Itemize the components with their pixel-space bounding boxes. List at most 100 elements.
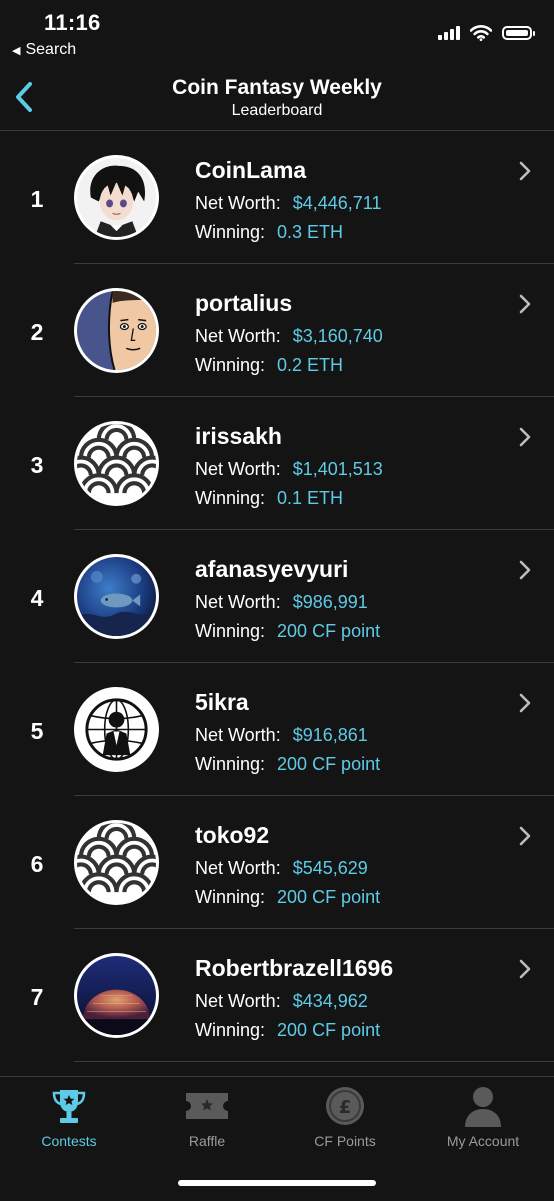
chevron-right-icon: [519, 294, 531, 314]
back-to-search-link[interactable]: ◀ Search: [12, 41, 76, 59]
chevron-right-icon: [519, 427, 531, 447]
tab-label: CF Points: [314, 1133, 376, 1149]
net-worth-line: Net Worth: $434,962: [195, 991, 368, 1012]
username: afanasyevyuri: [195, 556, 349, 582]
chevron-right-icon: [519, 161, 531, 181]
winning-value: 0.3 ETH: [277, 222, 344, 242]
winning-label: Winning:: [195, 355, 266, 375]
tab-contests[interactable]: Contests: [0, 1083, 138, 1149]
winning-line: Winning: 0.3 ETH: [195, 222, 343, 243]
leaderboard-row[interactable]: 4 afanasyevyuri Net Worth: $986,991 Winn…: [0, 530, 554, 663]
winning-value: 0.2 ETH: [277, 355, 344, 375]
net-worth-line: Net Worth: $545,629: [195, 858, 368, 879]
rank-number: 6: [30, 851, 44, 877]
page-title: Coin Fantasy Weekly: [172, 76, 382, 99]
trophy-icon: [52, 1090, 86, 1123]
chevron-right-icon: [519, 560, 531, 580]
anime-character-avatar: [74, 155, 159, 240]
winning-line: Winning: 200 CF point: [195, 887, 380, 908]
net-worth-label: Net Worth:: [195, 193, 281, 213]
wave-pattern-avatar: [74, 820, 159, 905]
page-subtitle: Leaderboard: [231, 102, 323, 119]
winning-value: 0.1 ETH: [277, 488, 344, 508]
rank-number: 7: [30, 984, 44, 1010]
username: CoinLama: [195, 157, 307, 183]
status-bar: 11:16 ◀ Search: [0, 0, 554, 66]
status-icons: [438, 24, 535, 42]
leaderboard-list: 1 CoinLama Net Worth: $4,446,711 Winning:…: [0, 131, 554, 1062]
net-worth-label: Net Worth:: [195, 991, 281, 1011]
leaderboard-row[interactable]: 5 5ikra Net Worth: $916,861 Winning: 200 C…: [0, 663, 554, 796]
net-worth-line: Net Worth: $4,446,711: [195, 193, 381, 214]
night-dome-avatar: [74, 953, 159, 1038]
rank-number: 1: [30, 186, 44, 212]
coin-icon: £: [326, 1087, 364, 1125]
winning-line: Winning: 200 CF point: [195, 754, 380, 775]
anonymous-emblem-avatar: [74, 687, 159, 772]
winning-label: Winning:: [195, 1020, 266, 1040]
net-worth-value: $434,962: [292, 991, 368, 1011]
leaderboard-row[interactable]: 7 Robertbrazell1696 Net Worth: $434,962 …: [0, 929, 554, 1062]
wifi-icon: [470, 25, 492, 41]
winning-label: Winning:: [195, 754, 266, 774]
rank-number: 2: [30, 319, 44, 345]
net-worth-value: $916,861: [292, 725, 368, 745]
person-icon: [465, 1087, 501, 1127]
tab-label: Contests: [41, 1133, 97, 1149]
net-worth-label: Net Worth:: [195, 326, 281, 346]
net-worth-label: Net Worth:: [195, 592, 281, 612]
net-worth-line: Net Worth: $3,160,740: [195, 326, 383, 347]
username: portalius: [195, 290, 293, 316]
chevron-right-icon: [519, 959, 531, 979]
leaderboard-row[interactable]: 1 CoinLama Net Worth: $4,446,711 Winning:…: [0, 131, 554, 264]
home-indicator[interactable]: [178, 1180, 376, 1186]
net-worth-line: Net Worth: $916,861: [195, 725, 368, 746]
net-worth-value: $545,629: [292, 858, 368, 878]
leaderboard-row[interactable]: 3 irissakh Net Worth: $1,401,513 Winning:…: [0, 397, 554, 530]
tab-raffle[interactable]: Raffle: [138, 1083, 276, 1149]
winning-label: Winning:: [195, 887, 266, 907]
username: irissakh: [195, 423, 282, 449]
chevron-right-icon: [519, 693, 531, 713]
net-worth-line: Net Worth: $986,991: [195, 592, 368, 613]
winning-value: 200 CF point: [277, 887, 381, 907]
back-triangle-icon: ◀: [12, 45, 21, 57]
winning-label: Winning:: [195, 222, 266, 242]
net-worth-value: $1,401,513: [292, 459, 383, 479]
winning-line: Winning: 0.1 ETH: [195, 488, 343, 509]
net-worth-label: Net Worth:: [195, 725, 281, 745]
net-worth-value: $4,446,711: [292, 193, 382, 213]
battery-icon: [502, 26, 535, 40]
leaderboard-row[interactable]: 6 toko92 Net Worth: $545,629 Winning: 200 …: [0, 796, 554, 929]
winning-value: 200 CF point: [277, 621, 381, 641]
tab-label: Raffle: [188, 1133, 226, 1149]
back-to-search-label: Search: [25, 41, 77, 58]
winning-label: Winning:: [195, 488, 266, 508]
username: Robertbrazell1696: [195, 955, 394, 981]
ticket-icon: [186, 1093, 228, 1119]
cartoon-face-avatar: [74, 288, 159, 373]
wave-pattern-avatar: [74, 421, 159, 506]
winning-value: 200 CF point: [277, 754, 381, 774]
rank-number: 5: [30, 718, 44, 744]
winning-line: Winning: 200 CF point: [195, 1020, 380, 1041]
status-time: 11:16: [44, 10, 101, 35]
chevron-right-icon: [519, 826, 531, 846]
net-worth-label: Net Worth:: [195, 459, 281, 479]
net-worth-value: $986,991: [292, 592, 368, 612]
winning-line: Winning: 200 CF point: [195, 621, 380, 642]
leaderboard-row[interactable]: 2 portalius Net Worth: $3,160,740 Winning…: [0, 264, 554, 397]
rank-number: 4: [30, 585, 44, 611]
tab-my-account[interactable]: My Account: [414, 1083, 552, 1149]
svg-text:£: £: [339, 1097, 352, 1118]
net-worth-value: $3,160,740: [292, 326, 383, 346]
tab-label: My Account: [446, 1133, 520, 1149]
tab-cf-points[interactable]: £ CF Points: [276, 1083, 414, 1149]
net-worth-line: Net Worth: $1,401,513: [195, 459, 383, 480]
username: 5ikra: [195, 689, 249, 715]
nav-header: Coin Fantasy Weekly Leaderboard: [0, 66, 554, 131]
winning-value: 200 CF point: [277, 1020, 381, 1040]
net-worth-label: Net Worth:: [195, 858, 281, 878]
aquarium-fish-avatar: [74, 554, 159, 639]
cellular-signal-icon: [438, 26, 460, 40]
